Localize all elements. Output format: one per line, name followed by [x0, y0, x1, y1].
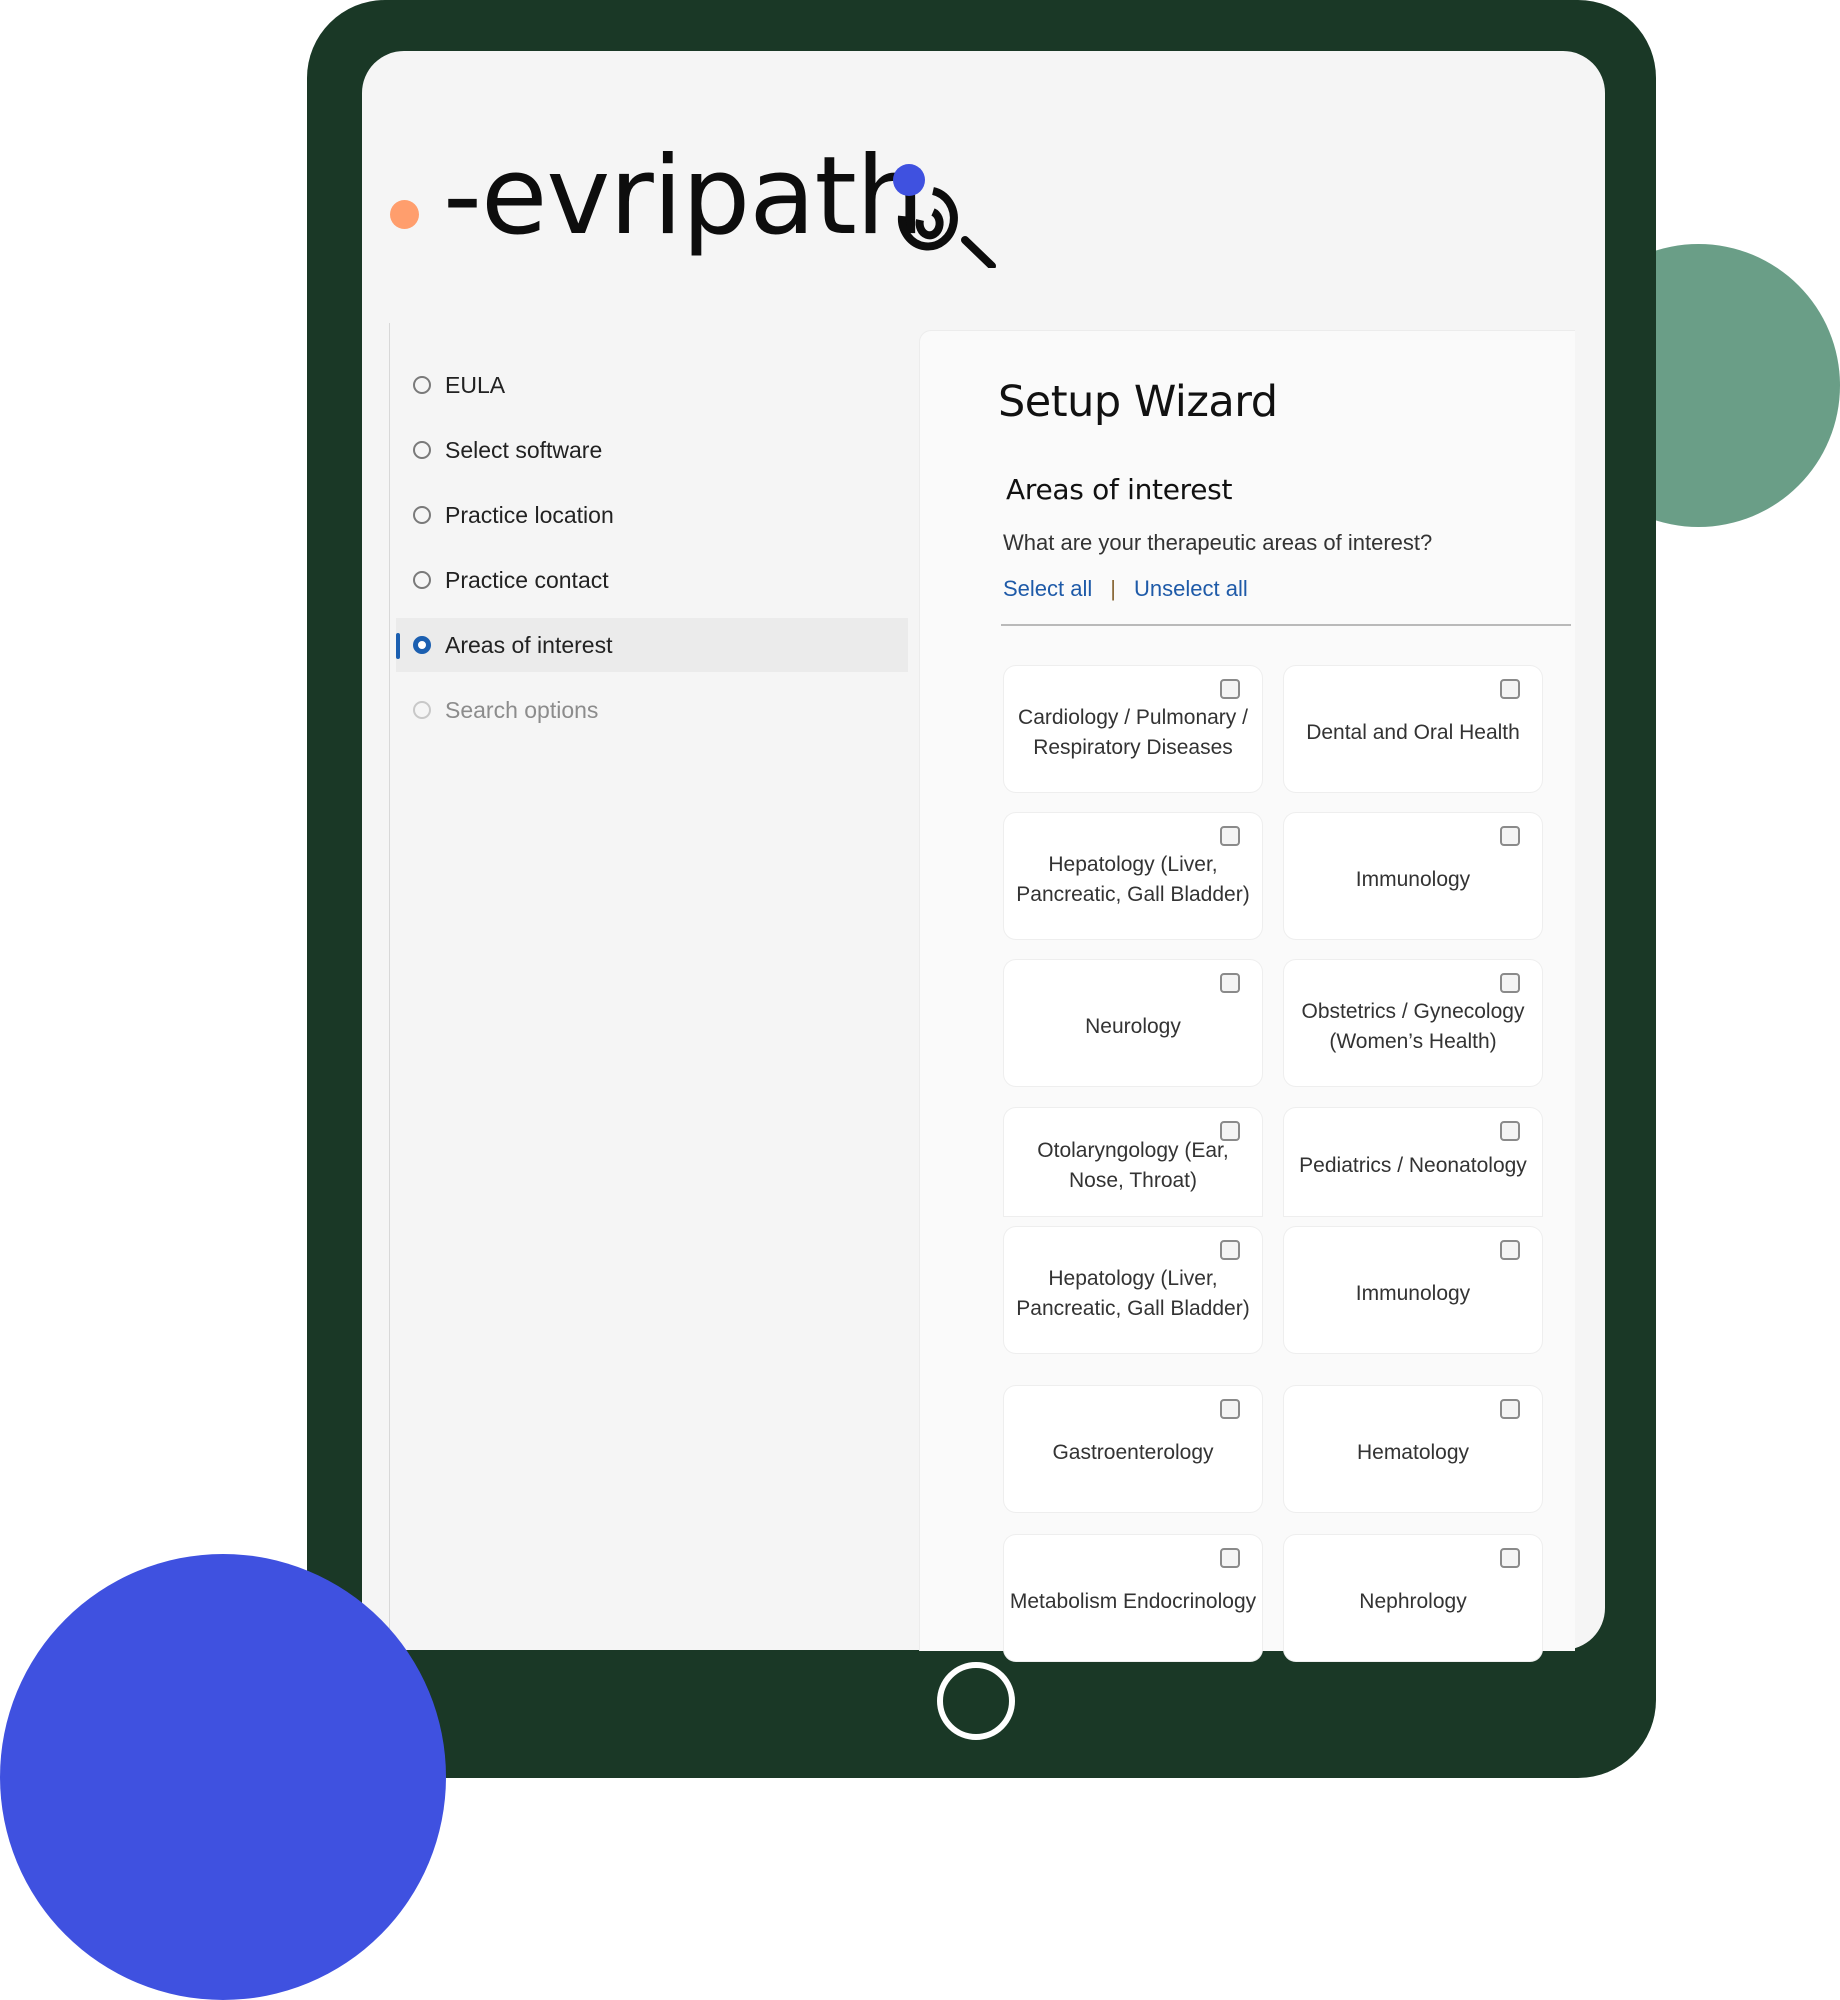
select-all-link[interactable]: Select all: [1003, 576, 1092, 602]
area-label: Cardiology / Pulmonary / Respiratory Dis…: [1018, 706, 1248, 759]
area-label: Nephrology: [1359, 1590, 1467, 1613]
evripath-logo: -evripath: [387, 130, 1027, 280]
area-card[interactable]: Cardiology / Pulmonary / Respiratory Dis…: [1004, 666, 1262, 792]
area-card[interactable]: Dental and Oral Health: [1284, 666, 1542, 792]
area-checkbox[interactable]: [1220, 826, 1240, 846]
area-checkbox[interactable]: [1500, 679, 1520, 699]
wizard-step-label: Select software: [445, 436, 603, 463]
setup-wizard-panel: Setup Wizard Areas of interest What are …: [919, 330, 1575, 1661]
wizard-step-label: Search options: [445, 696, 599, 723]
link-separator: |: [1110, 576, 1116, 601]
wizard-step-search-options: Search options: [396, 683, 908, 737]
wizard-step-label: Areas of interest: [445, 631, 613, 658]
area-checkbox[interactable]: [1220, 1121, 1240, 1141]
area-checkbox[interactable]: [1500, 826, 1520, 846]
magnifier-logo-icon: [893, 164, 996, 268]
decorative-blue-circle: [0, 1554, 446, 2000]
logo-wordmark: -evripath: [443, 134, 924, 259]
area-checkbox[interactable]: [1220, 1399, 1240, 1419]
area-card[interactable]: Nephrology: [1284, 1535, 1542, 1661]
unselect-all-link[interactable]: Unselect all: [1134, 576, 1248, 602]
area-card[interactable]: Pediatrics / Neonatology: [1284, 1108, 1542, 1216]
wizard-steps-sidebar: EULA Select software Practice location Prac…: [389, 323, 908, 1650]
area-label: Immunology: [1355, 1282, 1471, 1305]
wizard-step-label: Practice contact: [445, 566, 609, 593]
wizard-step-eula[interactable]: EULA: [396, 358, 908, 412]
section-divider: [1001, 624, 1571, 626]
logo-orange-dot-icon: [390, 200, 419, 229]
radio-empty-icon: [413, 571, 431, 589]
page-title: Setup Wizard: [998, 377, 1278, 427]
area-checkbox[interactable]: [1500, 973, 1520, 993]
tablet-home-button[interactable]: [937, 1662, 1015, 1740]
area-label: Neurology: [1085, 1015, 1181, 1038]
radio-empty-icon: [413, 441, 431, 459]
area-card[interactable]: Gastroenterology: [1004, 1386, 1262, 1512]
area-label: Metabolism Endocrinology: [1009, 1590, 1257, 1613]
selection-links: Select all | Unselect all: [1003, 576, 1248, 602]
radio-empty-icon: [413, 506, 431, 524]
area-card[interactable]: Neurology: [1004, 960, 1262, 1086]
wizard-step-practice-location[interactable]: Practice location: [396, 488, 908, 542]
area-card[interactable]: Metabolism Endocrinology: [1004, 1535, 1262, 1661]
area-label: Gastroenterology: [1052, 1441, 1214, 1464]
area-checkbox[interactable]: [1220, 679, 1240, 699]
radio-selected-icon: [413, 636, 431, 654]
wizard-step-label: Practice location: [445, 501, 614, 528]
area-checkbox[interactable]: [1220, 1240, 1240, 1260]
area-card[interactable]: Hepatology (Liver, Pancreatic, Gall Blad…: [1004, 813, 1262, 939]
area-card[interactable]: Hematology: [1284, 1386, 1542, 1512]
area-checkbox[interactable]: [1500, 1121, 1520, 1141]
area-label: Immunology: [1355, 868, 1471, 891]
radio-empty-icon: [413, 376, 431, 394]
area-card[interactable]: Hepatology (Liver, Pancreatic, Gall Blad…: [1004, 1227, 1262, 1353]
area-card[interactable]: Obstetrics / Gynecology (Women’s Health): [1284, 960, 1542, 1086]
area-checkbox[interactable]: [1500, 1548, 1520, 1568]
area-card[interactable]: Immunology: [1284, 1227, 1542, 1353]
area-checkbox[interactable]: [1500, 1240, 1520, 1260]
active-step-indicator: [396, 633, 400, 659]
area-label: Dental and Oral Health: [1306, 721, 1520, 744]
area-checkbox[interactable]: [1220, 973, 1240, 993]
area-checkbox[interactable]: [1220, 1548, 1240, 1568]
area-label: Pediatrics / Neonatology: [1299, 1154, 1527, 1177]
radio-empty-icon: [413, 701, 431, 719]
area-card[interactable]: Immunology: [1284, 813, 1542, 939]
area-label: Hematology: [1356, 1441, 1470, 1464]
area-label: Otolaryngology (Ear, Nose, Throat): [1037, 1139, 1229, 1192]
area-card[interactable]: Otolaryngology (Ear, Nose, Throat): [1004, 1108, 1262, 1216]
area-label: Obstetrics / Gynecology (Women’s Health): [1301, 1000, 1525, 1053]
wizard-step-practice-contact[interactable]: Practice contact: [396, 553, 908, 607]
area-checkbox[interactable]: [1500, 1399, 1520, 1419]
section-title: Areas of interest: [1006, 473, 1233, 506]
wizard-step-select-software[interactable]: Select software: [396, 423, 908, 477]
question-text: What are your therapeutic areas of inter…: [1003, 530, 1433, 555]
wizard-step-label: EULA: [445, 371, 506, 398]
area-label: Hepatology (Liver, Pancreatic, Gall Blad…: [1016, 1267, 1250, 1320]
area-label: Hepatology (Liver, Pancreatic, Gall Blad…: [1016, 853, 1250, 906]
wizard-step-areas-of-interest[interactable]: Areas of interest: [396, 618, 908, 672]
